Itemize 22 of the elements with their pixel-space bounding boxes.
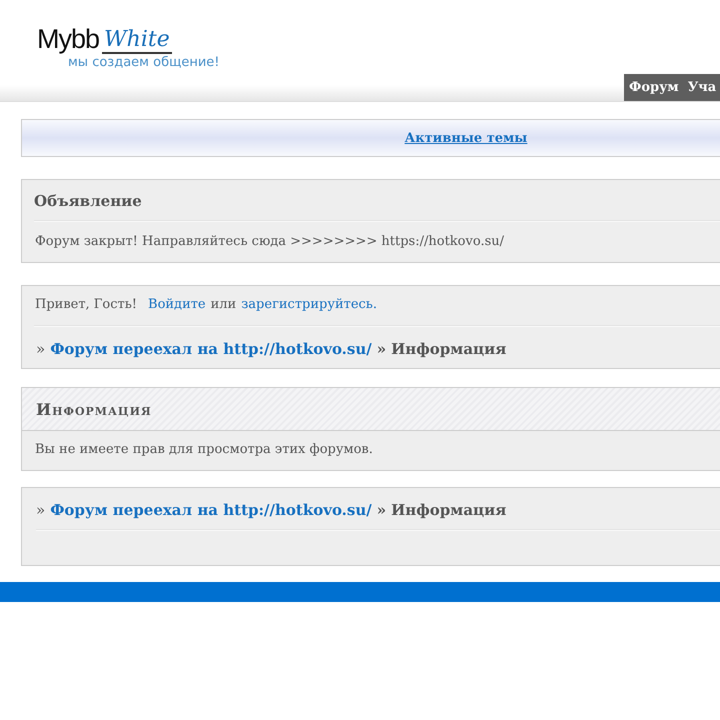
or-text: или — [210, 297, 236, 312]
register-link[interactable]: зарегистрируйтесь. — [241, 297, 378, 312]
breadcrumb-current: Информация — [391, 340, 506, 358]
login-link[interactable]: Войдите — [148, 297, 206, 312]
logo-brand: Mybb — [37, 24, 100, 54]
breadcrumb-separator: » — [36, 501, 46, 519]
breadcrumb-separator: » — [376, 501, 386, 519]
info-title: Информация — [36, 400, 152, 418]
breadcrumb-separator: » — [376, 340, 386, 358]
info-text: Вы не имеете прав для просмотра этих форумов. — [34, 441, 374, 459]
logo-accent: White — [102, 28, 172, 54]
announcement-title: Объявление — [33, 191, 143, 212]
breadcrumb-separator: » — [36, 340, 46, 358]
greeting-text: Привет, Гость! — [35, 297, 138, 312]
active-topics-link[interactable]: Активные темы — [404, 130, 528, 146]
breadcrumb-current: Информация — [391, 501, 506, 519]
announcement-text: Форум закрыт! Направляйтесь сюда >>>>>>>> https://hotkovo.su/ — [34, 233, 505, 251]
breadcrumb-link[interactable]: Форум переехал на http://hotkovo.su/ — [50, 501, 372, 519]
nav-link[interactable]: Уча — [688, 80, 716, 95]
nav-link[interactable]: Форум — [629, 80, 679, 95]
logo-tagline: мы создаем общение! — [68, 55, 220, 70]
breadcrumb-link[interactable]: Форум переехал на http://hotkovo.su/ — [50, 340, 372, 358]
